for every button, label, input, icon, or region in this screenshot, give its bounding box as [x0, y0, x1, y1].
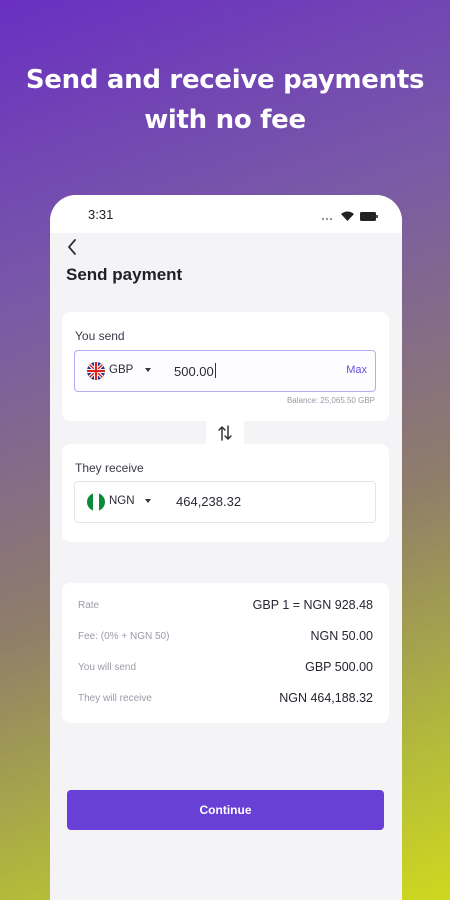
- summary-key: You will send: [78, 662, 137, 673]
- uk-flag-icon: [87, 362, 105, 380]
- phone-screen: 3:31 Send payment You send GBP 500.00 Ma…: [50, 195, 402, 900]
- send-amount-field[interactable]: GBP 500.00 Max: [74, 350, 376, 392]
- continue-button[interactable]: Continue: [67, 790, 384, 830]
- status-time: 3:31: [88, 207, 114, 222]
- send-amount-value: 500.00: [174, 364, 214, 379]
- summary-value: GBP 1 = NGN 928.48: [252, 598, 373, 612]
- receive-card: They receive NGN 464,238.32: [62, 444, 389, 542]
- chevron-down-icon: [145, 499, 151, 503]
- receive-amount-field[interactable]: NGN 464,238.32: [74, 481, 376, 523]
- send-card: You send GBP 500.00 Max Balance: 25,065.…: [62, 312, 389, 421]
- back-button[interactable]: [60, 237, 84, 261]
- nigeria-flag-icon: [87, 493, 105, 511]
- summary-value: NGN 464,188.32: [279, 691, 373, 705]
- app-bar: Send payment: [50, 233, 402, 299]
- chevron-down-icon: [145, 368, 151, 372]
- balance-text: Balance: 25,065.50 GBP: [286, 396, 375, 405]
- receive-amount-input[interactable]: 464,238.32: [176, 494, 241, 509]
- max-button[interactable]: Max: [346, 364, 367, 376]
- receive-currency-select[interactable]: NGN: [109, 495, 135, 507]
- receive-label: They receive: [75, 461, 144, 475]
- wifi-icon: [341, 208, 354, 226]
- summary-key: They will receive: [78, 693, 152, 704]
- summary-row-they-receive: They will receive NGN 464,188.32: [78, 690, 373, 710]
- summary-key: Fee: (0% + NGN 50): [78, 631, 170, 642]
- send-amount-input[interactable]: 500.00: [174, 363, 216, 379]
- summary-value: NGN 50.00: [310, 629, 373, 643]
- summary-row-fee: Fee: (0% + NGN 50) NGN 50.00: [78, 628, 373, 648]
- send-label: You send: [75, 329, 125, 343]
- signal-icon: [321, 208, 335, 226]
- summary-row-rate: Rate GBP 1 = NGN 928.48: [78, 597, 373, 617]
- summary-card: Rate GBP 1 = NGN 928.48 Fee: (0% + NGN 5…: [62, 583, 389, 723]
- summary-value: GBP 500.00: [305, 660, 373, 674]
- summary-row-you-send: You will send GBP 500.00: [78, 659, 373, 679]
- text-cursor: [214, 363, 216, 378]
- back-arrow-icon: [67, 238, 77, 260]
- page-title: Send payment: [66, 265, 183, 284]
- battery-icon: [360, 208, 378, 226]
- promo-headline: Send and receive payments with no fee: [0, 60, 450, 140]
- summary-key: Rate: [78, 600, 100, 611]
- send-currency-select[interactable]: GBP: [109, 364, 133, 376]
- promo-headline-line-1: Send and receive payments: [25, 65, 425, 95]
- promo-headline-line-2: with no fee: [144, 105, 306, 135]
- status-bar: 3:31: [50, 195, 402, 233]
- status-icons: [321, 208, 378, 226]
